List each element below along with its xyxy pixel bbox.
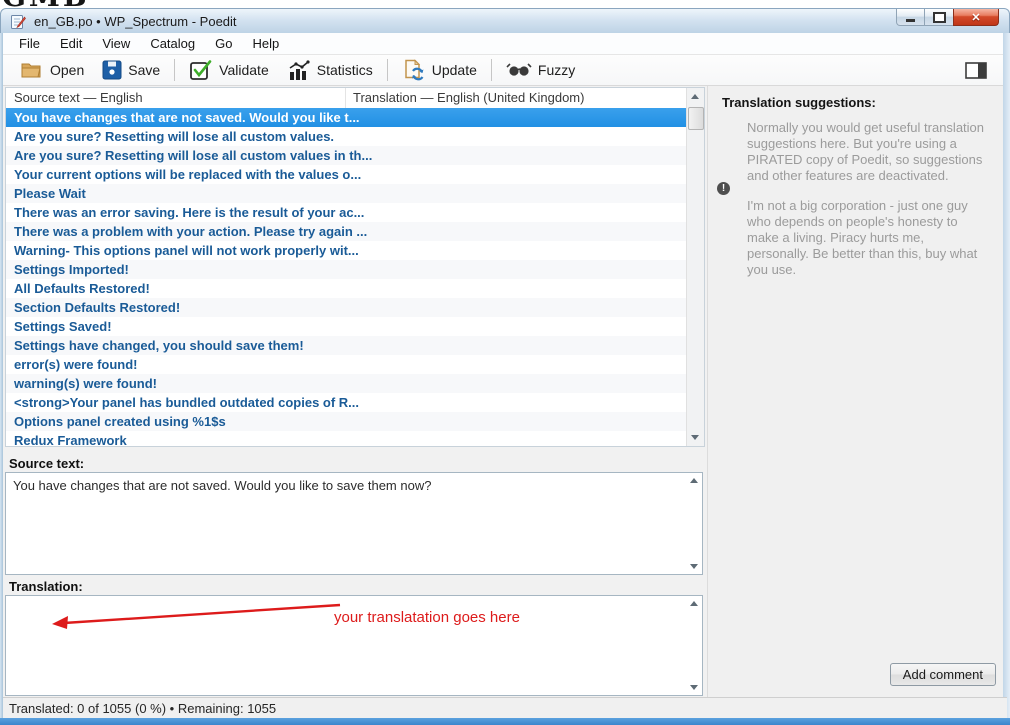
minimize-icon bbox=[906, 19, 915, 22]
list-item[interactable]: Are you sure? Resetting will lose all cu… bbox=[6, 146, 687, 165]
window-border-right bbox=[1003, 33, 1010, 718]
maximize-icon bbox=[933, 12, 946, 23]
toolbar-separator bbox=[174, 59, 175, 81]
open-button[interactable]: Open bbox=[11, 57, 93, 83]
status-text: Translated: 0 of 1055 (0 %) • Remaining:… bbox=[9, 701, 276, 716]
list-item[interactable]: <strong>Your panel has bundled outdated … bbox=[6, 393, 687, 412]
maximize-button[interactable] bbox=[925, 9, 953, 26]
list-scrollbar[interactable] bbox=[686, 88, 704, 446]
arrow-down-icon bbox=[691, 435, 699, 440]
source-text-label: Source text: bbox=[9, 456, 84, 471]
list-item[interactable]: Section Defaults Restored! bbox=[6, 298, 687, 317]
list-item[interactable]: You have changes that are not saved. Wou… bbox=[6, 108, 687, 127]
list-item[interactable]: There was a problem with your action. Pl… bbox=[6, 222, 687, 241]
translation-input[interactable]: your translatation goes here bbox=[5, 595, 703, 696]
list-item[interactable]: Warning- This options panel will not wor… bbox=[6, 241, 687, 260]
add-comment-button[interactable]: Add comment bbox=[890, 663, 996, 686]
arrow-down-icon[interactable] bbox=[690, 564, 698, 569]
fuzzy-glasses-icon bbox=[506, 61, 532, 79]
minimize-button[interactable] bbox=[896, 9, 925, 26]
sidebar-toggle-icon bbox=[965, 62, 987, 79]
update-button[interactable]: Update bbox=[393, 56, 486, 84]
update-refresh-icon bbox=[402, 59, 426, 81]
suggestions-paragraph-2: I'm not a big corporation - just one guy… bbox=[747, 198, 987, 277]
list-item[interactable]: Options panel created using %1$s bbox=[6, 412, 687, 431]
menu-go[interactable]: Go bbox=[205, 33, 242, 54]
poedit-document-icon bbox=[10, 14, 26, 30]
scroll-down-button[interactable] bbox=[687, 429, 703, 446]
list-item[interactable]: Redux Framework bbox=[6, 431, 687, 446]
poedit-window: GMB en_GB.po • WP_Spectrum - Poedit ✕ Fi… bbox=[0, 0, 1010, 725]
scroll-up-button[interactable] bbox=[687, 88, 703, 105]
save-floppy-icon bbox=[102, 60, 122, 80]
list-item[interactable]: Settings have changed, you should save t… bbox=[6, 336, 687, 355]
toolbar-separator bbox=[491, 59, 492, 81]
close-button[interactable]: ✕ bbox=[953, 9, 999, 26]
arrow-up-icon bbox=[691, 94, 699, 99]
window-controls: ✕ bbox=[896, 9, 999, 26]
fuzzy-button[interactable]: Fuzzy bbox=[497, 58, 584, 82]
source-text-box[interactable]: You have changes that are not saved. Wou… bbox=[5, 472, 703, 575]
exclamation-circle-icon: ! bbox=[717, 182, 730, 195]
menu-bar: FileEditViewCatalogGoHelp bbox=[3, 33, 1007, 55]
menu-edit[interactable]: Edit bbox=[50, 33, 92, 54]
status-bar: Translated: 0 of 1055 (0 %) • Remaining:… bbox=[3, 697, 1007, 718]
arrow-down-icon[interactable] bbox=[690, 685, 698, 690]
window-border-bottom bbox=[0, 718, 1010, 725]
list-item[interactable]: Settings Imported! bbox=[6, 260, 687, 279]
sidebar-toggle-button[interactable] bbox=[965, 62, 987, 79]
translation-list: Source text — English Translation — Engl… bbox=[5, 87, 705, 447]
translation-label: Translation: bbox=[9, 579, 83, 594]
arrow-up-icon[interactable] bbox=[690, 478, 698, 483]
main-content: Source text — English Translation — Engl… bbox=[3, 86, 1003, 697]
menu-help[interactable]: Help bbox=[242, 33, 289, 54]
window-title: en_GB.po • WP_Spectrum - Poedit bbox=[34, 14, 237, 29]
toolbar: Open Save Validate bbox=[3, 55, 1007, 86]
scrollbar-thumb[interactable] bbox=[688, 107, 704, 130]
list-item[interactable]: Your current options will be replaced wi… bbox=[6, 165, 687, 184]
suggestions-paragraph-1: Normally you would get useful translatio… bbox=[747, 120, 987, 183]
column-header-source[interactable]: Source text — English bbox=[6, 88, 346, 108]
arrow-up-icon[interactable] bbox=[690, 601, 698, 606]
close-icon: ✕ bbox=[971, 11, 980, 24]
save-button[interactable]: Save bbox=[93, 57, 169, 83]
list-rows: You have changes that are not saved. Wou… bbox=[6, 108, 687, 446]
source-text-value: You have changes that are not saved. Wou… bbox=[6, 473, 702, 499]
column-header-translation[interactable]: Translation — English (United Kingdom) bbox=[346, 88, 687, 108]
translation-value bbox=[6, 596, 702, 605]
statistics-chart-icon bbox=[287, 59, 311, 81]
statistics-button[interactable]: Statistics bbox=[278, 56, 382, 84]
menu-view[interactable]: View bbox=[92, 33, 140, 54]
validate-check-icon bbox=[189, 59, 213, 81]
list-item[interactable]: warning(s) were found! bbox=[6, 374, 687, 393]
list-item[interactable]: All Defaults Restored! bbox=[6, 279, 687, 298]
list-item[interactable]: There was an error saving. Here is the r… bbox=[6, 203, 687, 222]
list-item[interactable]: error(s) were found! bbox=[6, 355, 687, 374]
list-item[interactable]: Are you sure? Resetting will lose all cu… bbox=[6, 127, 687, 146]
list-item[interactable]: Settings Saved! bbox=[6, 317, 687, 336]
suggestions-title: Translation suggestions: bbox=[722, 95, 1003, 110]
suggestions-sidebar: Translation suggestions: ! Normally you … bbox=[707, 86, 1003, 697]
title-bar[interactable]: en_GB.po • WP_Spectrum - Poedit ✕ bbox=[0, 8, 1010, 35]
list-item[interactable]: Please Wait bbox=[6, 184, 687, 203]
validate-button[interactable]: Validate bbox=[180, 56, 278, 84]
menu-catalog[interactable]: Catalog bbox=[140, 33, 205, 54]
menu-file[interactable]: File bbox=[9, 33, 50, 54]
list-header: Source text — English Translation — Engl… bbox=[6, 88, 687, 109]
open-folder-icon bbox=[20, 60, 44, 80]
toolbar-separator bbox=[387, 59, 388, 81]
annotation-text: your translatation goes here bbox=[334, 609, 520, 626]
